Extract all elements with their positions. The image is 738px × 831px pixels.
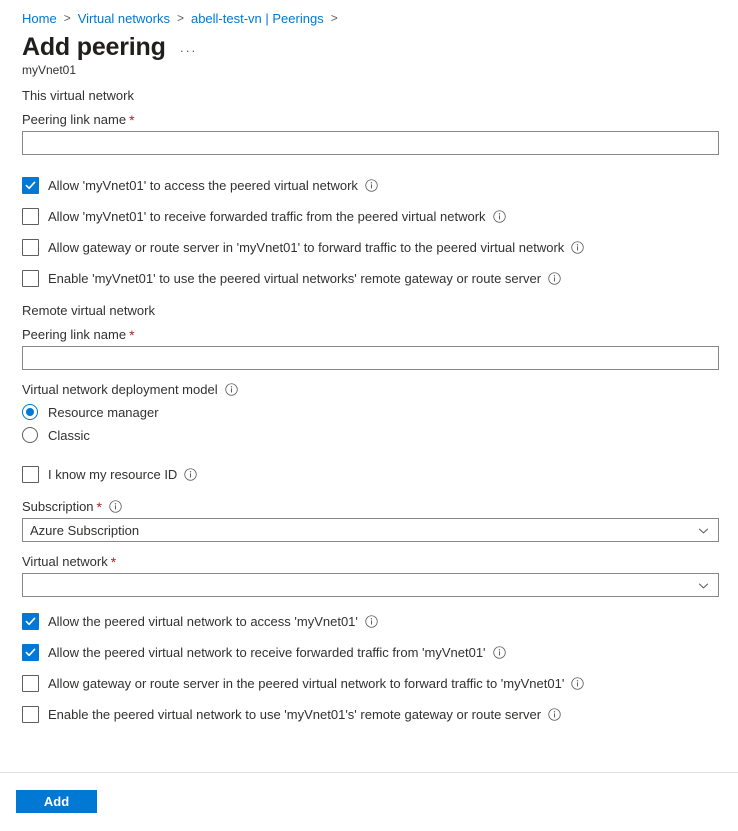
breadcrumb: Home > Virtual networks > abell-test-vn …: [0, 0, 738, 27]
required-asterisk: *: [129, 326, 135, 343]
radio-label: Classic: [48, 427, 90, 443]
checkbox-allow-gateway-forward[interactable]: [22, 239, 39, 256]
checkbox-label: Allow the peered virtual network to rece…: [48, 645, 486, 660]
checkbox-row-know-resource-id[interactable]: I know my resource ID: [0, 466, 738, 483]
checkbox-enable-remote-gateway[interactable]: [22, 270, 39, 287]
add-peering-form: This virtual network Peering link name *…: [0, 77, 738, 723]
checkbox-label: Enable 'myVnet01' to use the peered virt…: [48, 271, 542, 286]
info-icon[interactable]: [492, 646, 506, 659]
checkbox-allow-access-peered[interactable]: [22, 177, 39, 194]
radio-label: Resource manager: [48, 404, 159, 420]
more-options-icon[interactable]: ···: [180, 44, 198, 57]
local-peering-link-name-label: Peering link name *: [0, 112, 738, 127]
checkbox-label: Enable the peered virtual network to use…: [48, 707, 542, 722]
chevron-down-icon[interactable]: [698, 525, 709, 536]
add-button[interactable]: Add: [16, 790, 97, 813]
radio-row-resource-manager[interactable]: Resource manager: [0, 404, 738, 420]
virtual-network-dropdown[interactable]: [22, 573, 719, 597]
checkbox-label: Allow gateway or route server in 'myVnet…: [48, 240, 565, 255]
checkbox-row-peered-access-local[interactable]: Allow the peered virtual network to acce…: [0, 613, 738, 630]
label-text: Virtual network: [22, 554, 108, 569]
label-text: Peering link name: [22, 327, 127, 342]
info-icon[interactable]: [548, 708, 561, 721]
info-icon[interactable]: [184, 468, 198, 481]
info-icon[interactable]: [548, 272, 561, 285]
required-asterisk: *: [129, 111, 135, 128]
breadcrumb-separator: >: [63, 11, 71, 25]
local-section-heading: This virtual network: [22, 88, 134, 103]
checkbox-row-enable-remote-gateway[interactable]: Enable 'myVnet01' to use the peered virt…: [0, 270, 738, 287]
breadcrumb-item-peerings[interactable]: abell-test-vn | Peerings: [191, 11, 324, 26]
checkbox-peered-use-remote-gateway[interactable]: [22, 706, 39, 723]
chevron-down-icon[interactable]: [698, 580, 709, 591]
radio-resource-manager[interactable]: [22, 404, 38, 420]
checkbox-label: Allow gateway or route server in the pee…: [48, 676, 565, 691]
page-title-row: Add peering ···: [0, 27, 738, 61]
subscription-value: Azure Subscription: [30, 522, 140, 538]
subscription-label: Subscription *: [0, 499, 738, 514]
checkbox-peered-access-local[interactable]: [22, 613, 39, 630]
checkbox-row-allow-forwarded-traffic[interactable]: Allow 'myVnet01' to receive forwarded tr…: [0, 208, 738, 225]
deployment-model-label: Virtual network deployment model: [0, 382, 738, 397]
breadcrumb-item-home[interactable]: Home: [22, 11, 57, 26]
checkbox-peered-receive-forwarded[interactable]: [22, 644, 39, 661]
info-icon[interactable]: [224, 383, 238, 396]
footer-divider: [0, 772, 738, 773]
virtual-network-label: Virtual network *: [0, 554, 738, 569]
checkbox-row-peered-gateway-forward[interactable]: Allow gateway or route server in the pee…: [0, 675, 738, 692]
info-icon[interactable]: [571, 677, 584, 690]
radio-classic[interactable]: [22, 427, 38, 443]
label-text: Virtual network deployment model: [22, 382, 218, 397]
label-text: Subscription: [22, 499, 94, 514]
checkbox-label: Allow the peered virtual network to acce…: [48, 614, 358, 629]
page-subtitle: myVnet01: [22, 63, 77, 77]
checkbox-know-resource-id[interactable]: [22, 466, 39, 483]
checkbox-row-peered-receive-forwarded[interactable]: Allow the peered virtual network to rece…: [0, 644, 738, 661]
radio-row-classic[interactable]: Classic: [0, 427, 738, 443]
checkbox-peered-gateway-forward[interactable]: [22, 675, 39, 692]
local-peering-link-name-input[interactable]: [22, 131, 719, 155]
breadcrumb-separator: >: [176, 11, 184, 25]
required-asterisk: *: [96, 498, 102, 515]
checkbox-row-allow-access-peered[interactable]: Allow 'myVnet01' to access the peered vi…: [0, 177, 738, 194]
info-icon[interactable]: [365, 179, 378, 192]
info-icon[interactable]: [492, 210, 506, 223]
subscription-dropdown[interactable]: Azure Subscription: [22, 518, 719, 542]
checkbox-label: Allow 'myVnet01' to access the peered vi…: [48, 178, 358, 193]
remote-section-heading: Remote virtual network: [22, 303, 155, 318]
checkbox-label: I know my resource ID: [48, 467, 178, 482]
checkbox-allow-forwarded-traffic[interactable]: [22, 208, 39, 225]
breadcrumb-separator: >: [330, 11, 338, 25]
info-icon[interactable]: [571, 241, 584, 254]
remote-peering-link-name-input[interactable]: [22, 346, 719, 370]
checkbox-row-peered-use-remote-gateway[interactable]: Enable the peered virtual network to use…: [0, 706, 738, 723]
required-asterisk: *: [110, 553, 117, 570]
info-icon[interactable]: [109, 500, 122, 513]
breadcrumb-item-virtual-networks[interactable]: Virtual networks: [78, 11, 170, 26]
info-icon[interactable]: [365, 615, 378, 628]
checkbox-label: Allow 'myVnet01' to receive forwarded tr…: [48, 209, 486, 224]
remote-peering-link-name-label: Peering link name *: [0, 327, 738, 342]
label-text: Peering link name: [22, 112, 127, 127]
page-title: Add peering: [22, 33, 166, 61]
checkbox-row-allow-gateway-forward[interactable]: Allow gateway or route server in 'myVnet…: [0, 239, 738, 256]
